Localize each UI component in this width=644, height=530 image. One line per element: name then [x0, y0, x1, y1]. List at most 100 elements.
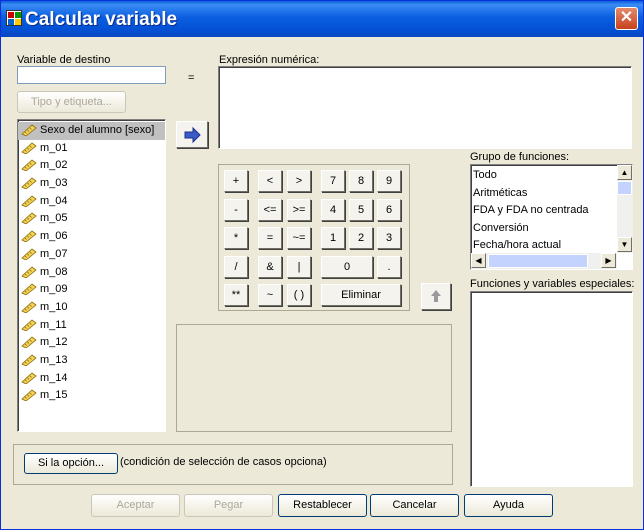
digit-key[interactable]: 5 — [349, 199, 373, 221]
digit-key[interactable]: 9 — [377, 170, 401, 192]
operator-key[interactable]: ** — [224, 284, 248, 306]
operator-key[interactable]: ~ — [258, 284, 282, 306]
arrow-up-icon — [431, 290, 441, 302]
delete-key[interactable]: Eliminar — [321, 284, 401, 306]
operator-key[interactable]: * — [224, 227, 248, 249]
function-group-item[interactable]: Conversión — [471, 220, 617, 238]
variable-item-sexo[interactable]: Sexo del alumno [sexo] — [18, 122, 165, 140]
variable-label: m_06 — [40, 230, 68, 243]
variable-item[interactable]: m_13 — [18, 352, 165, 370]
operator-key[interactable]: + — [224, 170, 248, 192]
special-functions-list[interactable] — [470, 291, 633, 487]
h-scroll-thumb[interactable] — [488, 254, 588, 268]
variable-item[interactable]: m_02 — [18, 157, 165, 175]
operator-key[interactable]: - — [224, 199, 248, 221]
description-panel — [176, 324, 452, 432]
operator-key[interactable]: & — [258, 256, 282, 278]
app-icon — [6, 10, 22, 26]
function-group-item[interactable]: Aritméticas — [471, 185, 617, 203]
variable-label: Sexo del alumno [sexo] — [40, 124, 155, 136]
variable-item[interactable]: m_01 — [18, 140, 165, 158]
variable-label: m_04 — [40, 194, 68, 207]
dialog-window: Calcular variable ✕ Variable de destino … — [0, 0, 644, 530]
digit-key[interactable]: 8 — [349, 170, 373, 192]
title-bar[interactable]: Calcular variable ✕ — [1, 1, 643, 37]
horizontal-scrollbar[interactable]: ◀ ▶ — [471, 253, 617, 269]
operator-key[interactable]: <= — [258, 199, 282, 221]
special-functions-label: Funciones y variables especiales: — [470, 278, 635, 290]
digit-key[interactable]: 4 — [321, 199, 345, 221]
scroll-left-icon[interactable]: ◀ — [471, 253, 486, 268]
variable-item[interactable]: m_12 — [18, 334, 165, 352]
scale-variable-icon — [21, 354, 37, 366]
reset-button[interactable]: Restablecer — [278, 494, 367, 517]
operator-key[interactable]: | — [287, 256, 311, 278]
digit-key[interactable]: 7 — [321, 170, 345, 192]
type-and-label-button[interactable]: Tipo y etiqueta... — [17, 91, 126, 113]
operator-key[interactable]: < — [258, 170, 282, 192]
digit-key[interactable]: 1 — [321, 227, 345, 249]
scale-variable-icon — [21, 389, 37, 402]
scroll-thumb[interactable] — [617, 181, 632, 195]
equals-sign: = — [188, 72, 195, 84]
variable-item[interactable]: m_14 — [18, 370, 165, 388]
function-group-item[interactable]: Fecha/hora actual — [471, 237, 617, 255]
variable-label: m_08 — [40, 265, 68, 278]
scroll-right-icon[interactable]: ▶ — [601, 253, 616, 268]
paste-button[interactable]: Pegar — [184, 494, 273, 517]
expression-textarea[interactable] — [218, 66, 632, 149]
scroll-up-icon[interactable]: ▲ — [617, 165, 632, 180]
variable-label: m_07 — [40, 247, 68, 260]
move-up-button[interactable] — [421, 283, 451, 310]
variable-item[interactable]: m_15 — [18, 387, 165, 405]
variable-label: m_13 — [40, 353, 68, 366]
variable-item[interactable]: m_09 — [18, 281, 165, 299]
target-variable-input[interactable] — [17, 66, 166, 84]
operator-key[interactable]: > — [287, 170, 311, 192]
variable-label: m_15 — [40, 389, 68, 402]
variable-item[interactable]: m_06 — [18, 228, 165, 246]
digit-key[interactable]: 3 — [377, 227, 401, 249]
function-group-item[interactable]: Todo — [471, 167, 617, 185]
variable-label: m_05 — [40, 212, 68, 225]
digit-key[interactable]: 2 — [349, 227, 373, 249]
variable-label: m_10 — [40, 300, 68, 313]
variable-label: m_02 — [40, 159, 68, 172]
scale-variable-icon — [21, 195, 37, 207]
digit-key[interactable]: 6 — [377, 199, 401, 221]
scale-variable-icon — [21, 301, 37, 313]
variable-item[interactable]: m_08 — [18, 264, 165, 282]
decimal-key[interactable]: . — [377, 256, 401, 278]
if-option-button[interactable]: Si la opción... — [24, 453, 118, 474]
variable-item[interactable]: m_04 — [18, 193, 165, 211]
scroll-down-icon[interactable]: ▼ — [617, 237, 632, 252]
function-group-list[interactable]: Todo Aritméticas FDA y FDA no centrada Conv… — [470, 164, 633, 270]
scale-variable-icon — [21, 124, 37, 136]
variable-list[interactable]: Sexo del alumno [sexo] m_01 m_02 m_03 m_04 m_… — [17, 119, 166, 432]
cancel-button[interactable]: Cancelar — [370, 494, 459, 517]
operator-key[interactable]: ( ) — [287, 284, 311, 306]
variable-label: m_03 — [40, 177, 68, 190]
variable-item[interactable]: m_11 — [18, 317, 165, 335]
target-variable-label: Variable de destino — [17, 54, 111, 66]
variable-item[interactable]: m_10 — [18, 299, 165, 317]
variable-item[interactable]: m_05 — [18, 210, 165, 228]
operator-key[interactable]: = — [258, 227, 282, 249]
variable-label: m_01 — [40, 141, 68, 154]
ok-button[interactable]: Aceptar — [91, 494, 180, 517]
variable-label: m_11 — [40, 318, 67, 331]
close-button[interactable]: ✕ — [615, 7, 638, 30]
operator-key[interactable]: / — [224, 256, 248, 278]
operator-key[interactable]: >= — [287, 199, 311, 221]
function-group-item[interactable]: FDA y FDA no centrada — [471, 202, 617, 220]
variable-item[interactable]: m_03 — [18, 175, 165, 193]
help-button[interactable]: Ayuda — [464, 494, 553, 517]
vertical-scrollbar[interactable]: ▲ ▼ — [617, 165, 633, 253]
move-to-expression-button[interactable] — [176, 121, 208, 148]
variable-label: m_09 — [40, 283, 68, 296]
digit-key-zero[interactable]: 0 — [321, 256, 373, 278]
scale-variable-icon — [21, 212, 37, 225]
variable-item[interactable]: m_07 — [18, 246, 165, 264]
operator-key[interactable]: ~= — [287, 227, 311, 249]
scale-variable-icon — [21, 248, 37, 260]
